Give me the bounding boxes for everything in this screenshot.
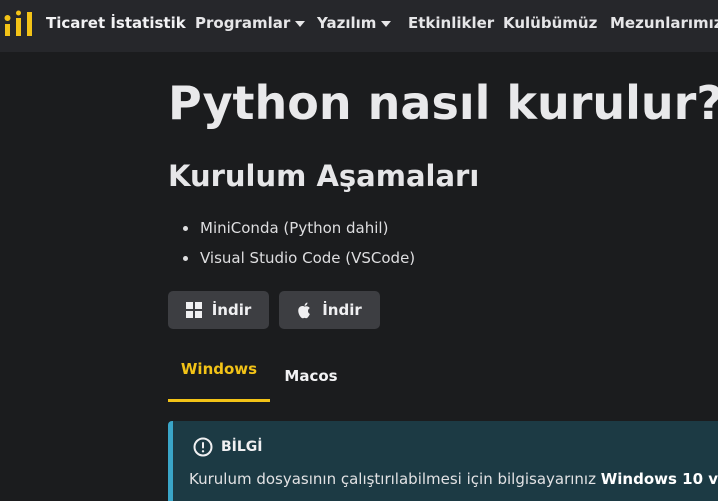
windows-icon [185,302,202,318]
download-button-label: İndir [322,301,362,319]
nav-item-yazilim[interactable]: Yazılım [317,14,392,32]
tab-macos[interactable]: Macos [270,350,352,402]
alert-circle-icon [193,437,213,457]
install-steps-list: MiniConda (Python dahil) Visual Studio C… [168,214,415,274]
page-title: Python nasıl kurulur? [168,76,718,130]
nav-item-label: Programlar [195,14,291,32]
nav-item-label: Etkinlikler [408,14,495,32]
nav-item-mezunlarimiz[interactable]: Mezunlarımız [610,14,718,32]
top-navbar: Ticaret İstatistik Programlar Yazılım Et… [0,0,718,52]
info-heading-label: BİLGİ [221,439,263,455]
info-text-bold: Windows 10 ve üzeri [600,470,718,488]
list-item: Visual Studio Code (VSCode) [168,244,415,274]
nav-item-etkinlikler[interactable]: Etkinlikler [408,14,494,32]
nav-item-label: Yazılım [317,14,377,32]
apple-icon [297,302,312,319]
brand-name[interactable]: Ticaret İstatistik [46,14,186,32]
logo-icon[interactable] [3,10,35,38]
info-text: Kurulum dosyasının çalıştırılabilmesi iç… [189,470,718,488]
nav-item-kulubumuz[interactable]: Kulübümüz [503,14,597,32]
download-windows-button[interactable]: İndir [168,291,269,329]
download-macos-button[interactable]: İndir [279,291,380,329]
tab-windows[interactable]: Windows [168,350,270,402]
list-item: MiniConda (Python dahil) [168,214,415,244]
chevron-down-icon [295,21,306,27]
nav-item-label: Mezunlarımız [610,14,718,32]
nav-item-label: Kulübümüz [503,14,598,32]
chevron-down-icon [381,21,392,27]
nav-item-programlar[interactable]: Programlar [195,14,306,32]
section-title: Kurulum Aşamaları [168,159,480,193]
info-box: BİLGİ Kurulum dosyasının çalıştırılabilm… [168,421,718,501]
info-text-start: Kurulum dosyasının çalıştırılabilmesi iç… [189,470,601,488]
download-button-label: İndir [211,301,252,319]
info-heading: BİLGİ [193,437,263,457]
